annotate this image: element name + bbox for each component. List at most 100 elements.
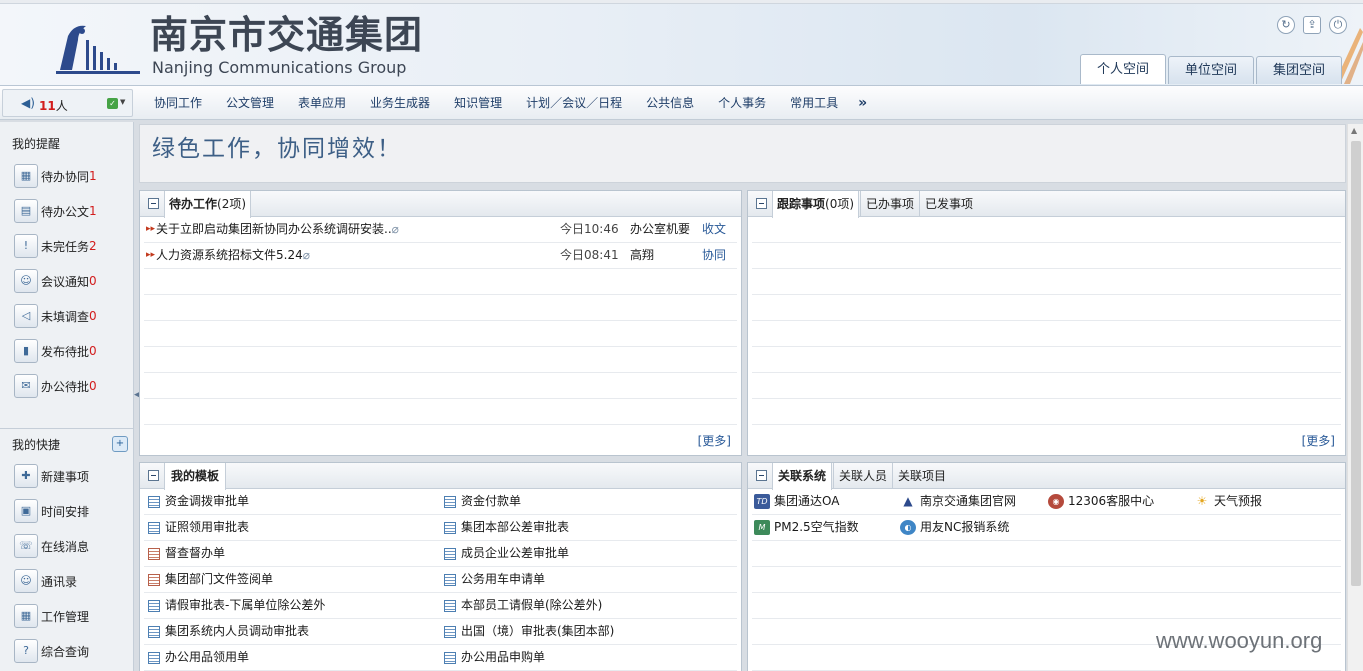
template-item[interactable]: 集团系统内人员调动审批表 [148,619,309,644]
slogan-text: 绿色工作，协同增效！ [152,136,402,162]
tracking-more-link[interactable]: [更多] [1302,432,1335,449]
tab-my-templates[interactable]: 我的模板 [164,463,227,490]
related-panel-header: 关联系统 关联人员 关联项目 [748,463,1345,490]
nav-business-generator[interactable]: 业务生成器 [358,86,442,120]
tab-tracking[interactable]: 跟踪事项(0项) [772,191,860,218]
list-item: M PM2.5空气指数 ◐ 用友NC报销系统 [752,515,1341,541]
nav-document-mgmt[interactable]: 公文管理 [214,86,286,120]
template-item[interactable]: 本部员工请假单(除公差外) [444,593,602,618]
template-item[interactable]: 集团本部公差审批表 [444,515,569,540]
status-check-icon[interactable]: ✓ [107,98,118,109]
reminder-pending-collab[interactable]: ▦ 待办协同 1 [14,163,97,189]
form-icon [148,521,160,534]
empty-row [144,373,737,399]
template-item[interactable]: 资金调拨审批单 [148,489,249,514]
tab-sent-items[interactable]: 已发事项 [919,191,978,217]
nav-more-icon[interactable]: » [850,95,875,111]
globe-icon: ◐ [900,520,916,535]
template-item[interactable]: 公务用车申请单 [444,567,545,592]
reminder-publish-approval[interactable]: ▮ 发布待批 0 [14,338,97,364]
chevron-down-icon[interactable]: ▼ [120,98,125,106]
todo-item-title[interactable]: 人力资源系统招标文件5.24⌀ [156,243,310,268]
shortcut-schedule[interactable]: ▣ 时间安排 [14,498,89,524]
empty-row [752,347,1341,373]
tab-related-systems[interactable]: 关联系统 [772,463,833,490]
nav-common-tools[interactable]: 常用工具 [778,86,850,120]
table-row[interactable]: ▸▸ 人力资源系统招标文件5.24⌀ 今日08:41 高翔 协同 [144,243,737,269]
nav-form-apps[interactable]: 表单应用 [286,86,358,120]
todo-item-type[interactable]: 收文 [702,217,726,242]
tab-todo[interactable]: 待办工作(2项) [164,191,252,218]
shortcut-online-message[interactable]: ☏ 在线消息 [14,533,89,559]
link-nc-reimburse[interactable]: ◐ 用友NC报销系统 [900,515,1009,540]
empty-row [752,541,1341,567]
template-item[interactable]: 成员企业公差审批单 [444,541,569,566]
logo-icon [56,25,140,74]
reminder-meeting-notice[interactable]: ☺ 会议通知 0 [14,268,97,294]
link-group-website[interactable]: ▲ 南京交通集团官网 [900,489,1016,514]
tab-personal-space[interactable]: 个人空间 [1080,54,1167,84]
speaker-icon: ◀) [21,96,35,110]
nav-plan-meeting-schedule[interactable]: 计划／会议／日程 [514,86,634,120]
todo-item-type[interactable]: 协同 [702,243,726,268]
template-item[interactable]: 出国（境）审批表(集团本部) [444,619,614,644]
shortcut-work-management[interactable]: ▦ 工作管理 [14,603,89,629]
tab-done-items[interactable]: 已办事项 [860,191,919,217]
template-item[interactable]: 办公用品领用单 [148,645,249,670]
empty-row [752,269,1341,295]
shortcut-query[interactable]: ? 综合查询 [14,638,89,664]
template-item[interactable]: 请假审批表-下属单位除公差外 [148,593,325,618]
link-group-oa[interactable]: TD 集团通达OA [754,489,839,514]
link-weather[interactable]: ☀ 天气预报 [1194,489,1262,514]
todo-panel: 待办工作(2项) ▸▸ 关于立即启动集团新协同办公系统调研安装..⌀ 今日10:… [139,190,742,456]
empty-row [752,243,1341,269]
add-shortcut-icon[interactable]: + [112,436,128,452]
nav-collab-work[interactable]: 协同工作 [142,86,214,120]
tracking-list [752,217,1341,425]
todo-item-title[interactable]: 关于立即启动集团新协同办公系统调研安装..⌀ [156,217,399,242]
template-item[interactable]: 督查督办单 [148,541,225,566]
reminder-unfinished-tasks[interactable]: ! 未完任务 2 [14,233,97,259]
tab-related-people[interactable]: 关联人员 [833,463,892,489]
scrollbar-thumb[interactable] [1351,141,1361,586]
template-item[interactable]: 集团部门文件签阅单 [148,567,273,592]
empty-row [752,567,1341,593]
form-icon [148,599,160,612]
table-row[interactable]: ▸▸ 关于立即启动集团新协同办公系统调研安装..⌀ 今日10:46 办公室机要 … [144,217,737,243]
nav-personal-affairs[interactable]: 个人事务 [706,86,778,120]
form-icon [148,495,160,508]
template-item[interactable]: 办公用品申购单 [444,645,545,670]
reminder-pending-docs[interactable]: ▤ 待办公文 1 [14,198,97,224]
page-scrollbar[interactable]: ▲ [1347,124,1363,671]
empty-row [752,373,1341,399]
contacts-icon: ☺ [14,569,38,593]
collapse-icon[interactable] [756,198,767,209]
online-status[interactable]: ◀) 11人 ✓ ▼ [2,89,133,117]
query-icon: ? [14,639,38,663]
tab-related-projects[interactable]: 关联项目 [892,463,951,489]
collapse-icon[interactable] [148,470,159,481]
chart-icon: ▮ [14,339,38,363]
scroll-up-icon[interactable]: ▲ [1351,126,1357,135]
shortcut-address-book[interactable]: ☺ 通讯录 [14,568,77,594]
nav-knowledge-mgmt[interactable]: 知识管理 [442,86,514,120]
collapse-icon[interactable] [756,470,767,481]
nav-public-info[interactable]: 公共信息 [634,86,706,120]
reminder-survey[interactable]: ◁ 未填调查 0 [14,303,97,329]
collapse-icon[interactable] [148,198,159,209]
export-icon[interactable]: ⇪ [1303,16,1321,34]
group-logo-icon: ▲ [900,494,916,509]
tab-group-space[interactable]: 集团空间 [1256,56,1343,84]
shortcut-new-item[interactable]: ✚ 新建事项 [14,463,89,489]
link-pm25[interactable]: M PM2.5空气指数 [754,515,859,540]
template-item[interactable]: 证照领用审批表 [148,515,249,540]
refresh-icon[interactable]: ↻ [1277,16,1295,34]
empty-row [144,399,737,425]
template-item[interactable]: 资金付款单 [444,489,521,514]
reminder-office-approval[interactable]: ✉ 办公待批 0 [14,373,97,399]
slogan-banner: 绿色工作，协同增效！ [139,124,1346,183]
todo-more-link[interactable]: [更多] [698,432,731,449]
link-12306[interactable]: ◉ 12306客服中心 [1048,489,1154,514]
tab-unit-space[interactable]: 单位空间 [1168,56,1255,84]
brand-title: 南京市交通集团 [150,12,424,57]
